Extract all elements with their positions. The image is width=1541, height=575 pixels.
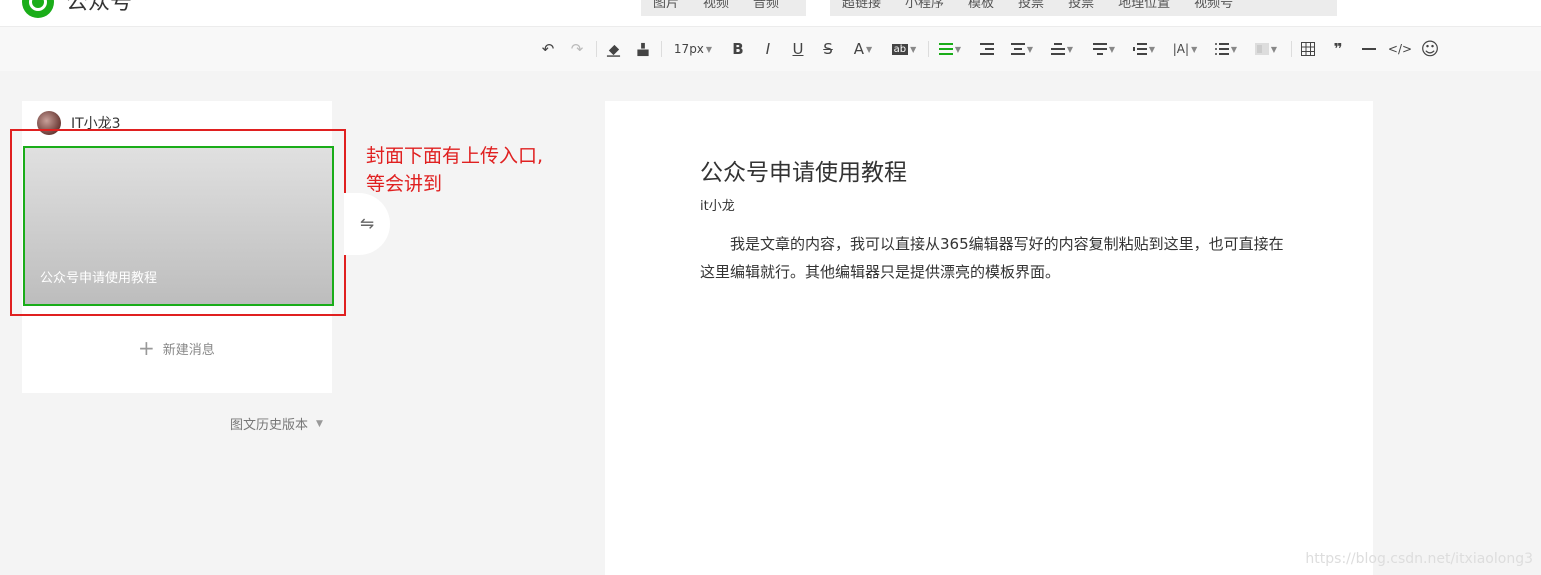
insert-location-tab[interactable]: 地理位置 xyxy=(1106,0,1182,8)
annotation-highlight-box xyxy=(10,129,346,316)
font-size-select[interactable]: 17px ▼ xyxy=(668,27,718,71)
indent-icon[interactable] xyxy=(977,27,997,71)
emoji-icon[interactable]: ☺ xyxy=(1420,27,1440,71)
undo-icon[interactable]: ↶ xyxy=(538,27,558,71)
bullet-list-icon[interactable]: ▼ xyxy=(1211,27,1241,71)
insert-channel-tab[interactable]: 视频号 xyxy=(1182,0,1245,8)
article-body[interactable]: 我是文章的内容，我可以直接从365编辑器写好的内容复制粘贴到这里，也可直接在这里… xyxy=(700,230,1290,286)
divider-icon[interactable] xyxy=(1358,27,1380,71)
history-label: 图文历史版本 xyxy=(230,418,309,433)
article-editor[interactable]: 公众号申请使用教程 it小龙 我是文章的内容，我可以直接从365编辑器写好的内容… xyxy=(605,101,1373,575)
insert-miniprogram-tab[interactable]: 小程序 xyxy=(893,0,956,8)
insert-image-tab[interactable]: 图片 xyxy=(641,0,691,8)
annotation-line-2: 等会讲到 xyxy=(366,173,443,195)
vertical-align-icon[interactable]: ▼ xyxy=(1047,27,1077,71)
top-bar: 公众号 图片 视频 音频 超链接 小程序 模板 投票 投票 地理位置 视频号 xyxy=(0,0,1541,27)
insert-media-group: 图片 视频 音频 xyxy=(641,0,806,16)
format-toolbar: ↶ ↷ 17px ▼ B I U S A ▼ ab ▼ ▼ ▼ ▼ ▼ ▼ |A| ▼ … xyxy=(0,27,1541,71)
highlight-icon: ab xyxy=(891,43,909,55)
code-icon[interactable]: </> xyxy=(1388,27,1412,71)
app-title: 公众号 xyxy=(66,0,133,15)
paragraph-spacing-icon[interactable]: ▼ xyxy=(1129,27,1159,71)
new-message-label: 新建消息 xyxy=(162,342,215,358)
annotation-text: 封面下面有上传入口, 等会讲到 xyxy=(366,142,543,198)
new-message-button[interactable]: + 新建消息 xyxy=(138,338,215,358)
clear-format-icon[interactable] xyxy=(603,27,623,71)
format-brush-icon[interactable] xyxy=(633,27,653,71)
watermark: https://blog.csdn.net/itxiaolong3 xyxy=(1305,551,1533,567)
font-color-button[interactable]: A ▼ xyxy=(848,27,878,71)
annotation-line-1: 封面下面有上传入口, xyxy=(366,145,544,167)
line-spacing-icon[interactable]: ▼ xyxy=(1089,27,1119,71)
underline-button[interactable]: U xyxy=(788,27,808,71)
quote-icon[interactable]: ❞ xyxy=(1328,27,1348,71)
float-image-icon[interactable]: ▼ xyxy=(1251,27,1281,71)
letter-spacing-icon[interactable]: |A| ▼ xyxy=(1169,27,1201,71)
align-justify-icon[interactable]: ▼ xyxy=(935,27,965,71)
insert-more-group: 超链接 小程序 模板 投票 投票 地理位置 视频号 xyxy=(830,0,1337,16)
redo-icon[interactable]: ↷ xyxy=(567,27,587,71)
insert-template-tab[interactable]: 模板 xyxy=(956,0,1006,8)
strikethrough-button[interactable]: S xyxy=(818,27,838,71)
insert-link-tab[interactable]: 超链接 xyxy=(830,0,893,8)
align-center-icon[interactable]: ▼ xyxy=(1007,27,1037,71)
bold-button[interactable]: B xyxy=(728,27,748,71)
font-color-icon: A xyxy=(853,40,865,58)
table-icon[interactable] xyxy=(1298,27,1318,71)
article-author[interactable]: it小龙 xyxy=(700,195,735,214)
caret-down-icon: ▼ xyxy=(316,418,323,429)
plus-icon: + xyxy=(138,336,155,360)
insert-vote2-tab[interactable]: 投票 xyxy=(1056,0,1106,8)
insert-video-tab[interactable]: 视频 xyxy=(691,0,741,8)
italic-button[interactable]: I xyxy=(758,27,778,71)
swap-icon[interactable]: ⇋ xyxy=(344,193,390,255)
history-version-button[interactable]: 图文历史版本 ▼ xyxy=(230,414,323,433)
font-size-value: 17px xyxy=(673,42,704,56)
wechat-logo-icon xyxy=(22,0,54,18)
insert-vote-tab[interactable]: 投票 xyxy=(1006,0,1056,8)
highlight-button[interactable]: ab ▼ xyxy=(888,27,920,71)
article-title[interactable]: 公众号申请使用教程 xyxy=(700,153,907,187)
insert-audio-tab[interactable]: 音频 xyxy=(741,0,791,8)
